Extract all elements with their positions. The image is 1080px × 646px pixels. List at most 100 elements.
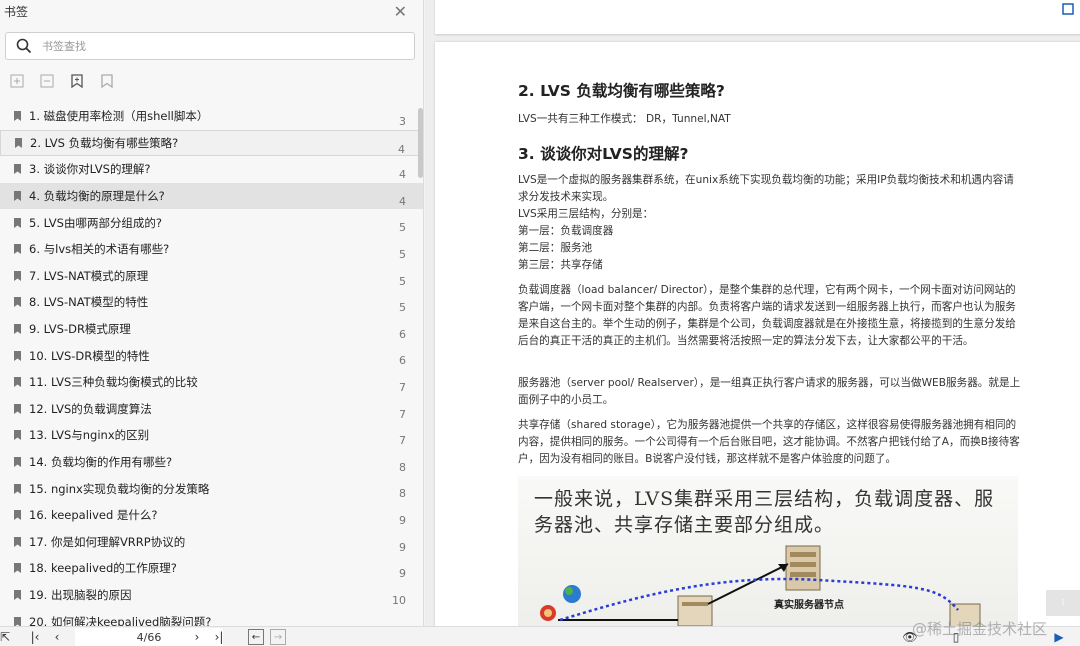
bookmark-label: 19. 出现脑裂的原因 [29, 587, 132, 602]
bookmark-item[interactable]: 13. LVS与nginx的区别 7 [0, 422, 423, 449]
bookmark-icon [15, 137, 22, 148]
bookmark-icon [14, 403, 21, 414]
intro-line: 第二层：服务池 [518, 241, 593, 254]
lvs-modes-text: LVS一共有三种工作模式： DR，Tunnel,NAT [518, 113, 731, 125]
server-pool-paragraph: 服务器池（server pool/ Realserver），是一组真正执行客户请… [518, 377, 1021, 406]
bookmark-page-number: 10 [392, 593, 406, 607]
last-page-icon[interactable]: ›| [210, 629, 228, 645]
bookmark-page-number: 7 [399, 407, 406, 421]
bookmark-item[interactable]: 7. LVS-NAT模式的原理 5 [0, 263, 423, 290]
next-page-icon[interactable]: › [190, 629, 204, 645]
add-bookmark-icon[interactable] [68, 72, 86, 90]
bookmark-page-number: 4 [399, 194, 406, 208]
bookmark-label: 15. nginx实现负载均衡的分发策略 [29, 481, 210, 496]
request-flow-arrow [559, 577, 959, 622]
real-server-node-label: 真实服务器节点 [774, 600, 844, 611]
bookmark-item[interactable]: 1. 磁盘使用率检测（用shell脚本） 3 [0, 103, 423, 130]
share-icon[interactable]: ⇱ [0, 629, 10, 645]
collapse-all-icon[interactable] [38, 72, 56, 90]
bookmark-item[interactable]: 8. LVS-NAT模型的特性 5 [0, 289, 423, 316]
bookmark-page-number: 6 [399, 354, 406, 368]
bookmark-icon [14, 616, 21, 626]
bookmark-label: 1. 磁盘使用率检测（用shell脚本） [29, 109, 209, 124]
bookmark-icon [14, 164, 21, 175]
bookmark-item[interactable]: 9. LVS-DR模式原理 6 [0, 316, 423, 343]
bookmark-page-number: 5 [399, 274, 406, 288]
lvs-architecture-image: 一般来说，LVS集群采用三层结构，负载调度器、服务器池、共享存储主要部分组成。 … [518, 476, 1018, 626]
bookmark-item[interactable]: 10. LVS-DR模型的特性 6 [0, 342, 423, 369]
watermark-text: @稀土掘金技术社区 [912, 620, 1048, 638]
illustration-caption: 一般来说，LVS集群采用三层结构，负载调度器、服务器池、共享存储主要部分组成。 [534, 488, 995, 536]
bookmark-page-number: 7 [399, 380, 406, 394]
bookmark-icon [14, 324, 21, 335]
bookmark-label: 11. LVS三种负载均衡模式的比较 [29, 375, 198, 390]
back-view-icon[interactable]: ← [248, 629, 264, 645]
bookmark-page-number: 5 [399, 221, 406, 235]
bookmark-item[interactable]: 12. LVS的负载调度算法 7 [0, 396, 423, 423]
bookmark-item[interactable]: 14. 负载均衡的作用有哪些? 8 [0, 449, 423, 476]
bookmark-icon[interactable] [98, 72, 116, 90]
section-heading-2: 2. LVS 负载均衡有哪些策略? [518, 82, 725, 100]
bookmark-icon [14, 536, 21, 547]
bookmark-page-number: 5 [399, 247, 406, 261]
pdf-reader-window: 书签 ✕ 1. 磁盘使用率检测（用shell脚本）32. LVS [0, 0, 1080, 646]
bookmark-icon [14, 350, 21, 361]
bookmark-icon [14, 111, 21, 122]
bookmark-icon [14, 217, 21, 228]
bookmark-list: 1. 磁盘使用率检测（用shell脚本） 3 2. LVS 负载均衡有哪些策略? 4 3… [0, 103, 423, 626]
bookmark-item[interactable]: 17. 你是如何理解VRRP协议的 9 [0, 529, 423, 556]
bookmark-item[interactable]: 5. LVS由哪两部分组成的? 5 [0, 209, 423, 236]
bookmark-icon [14, 510, 21, 521]
bookmark-page-number: 8 [399, 460, 406, 474]
bookmark-label: 16. keepalived 是什么? [29, 508, 158, 523]
bookmark-panel: 书签 ✕ 1. 磁盘使用率检测（用shell脚本）32. LVS [0, 0, 424, 626]
bookmark-label: 20. 如何解决keepalived脑裂问题? [29, 614, 212, 626]
bookmark-label: 14. 负载均衡的作用有哪些? [29, 455, 173, 470]
bookmark-item[interactable]: 6. 与lvs相关的术语有哪些? 5 [0, 236, 423, 263]
bookmark-page-number: 3 [399, 115, 406, 128]
bookmark-item[interactable]: 16. keepalived 是什么? 9 [0, 502, 423, 529]
bookmark-search-input[interactable] [42, 39, 402, 53]
server-tower-icon [785, 545, 821, 591]
bookmark-page-number: 9 [399, 513, 406, 527]
close-icon[interactable]: ✕ [394, 2, 407, 21]
first-page-icon[interactable]: |‹ [26, 629, 44, 645]
bookmark-item[interactable]: 15. nginx实现负载均衡的分发策略 8 [0, 475, 423, 502]
previous-page-icon[interactable]: ‹ [50, 629, 64, 645]
bookmark-item[interactable]: 18. keepalived的工作原理? 9 [0, 555, 423, 582]
page-corner-icon[interactable] [1061, 2, 1077, 16]
bookmark-icon [14, 377, 21, 388]
play-icon[interactable]: ▶ [1048, 629, 1070, 645]
bookmark-item[interactable]: 3. 谈谈你对LVS的理解? 4 [0, 156, 423, 183]
bookmark-item[interactable]: 20. 如何解决keepalived脑裂问题? [0, 608, 423, 626]
bookmark-icon [14, 563, 21, 574]
expand-all-icon[interactable] [8, 72, 26, 90]
forward-view-icon[interactable]: → [270, 629, 286, 645]
bookmark-label: 7. LVS-NAT模式的原理 [29, 268, 149, 283]
bookmark-icon [14, 191, 21, 202]
side-collapse-tab[interactable]: ⁞ [1046, 590, 1080, 616]
shared-storage-paragraph: 共享存储（shared storage），它为服务器池提供一个共享的存储区，这样… [518, 419, 1020, 465]
section-heading-3: 3. 谈谈你对LVS的理解? [518, 145, 689, 163]
load-balancer-paragraph: 负载调度器（load balancer/ Director），是整个集群的总代理… [518, 284, 1016, 347]
bookmark-icon [14, 430, 21, 441]
bookmark-page-number: 7 [399, 434, 406, 448]
bookmark-icon [14, 270, 21, 281]
bookmark-item[interactable]: 2. LVS 负载均衡有哪些策略? 4 [0, 129, 423, 157]
previous-page [435, 0, 1080, 34]
bookmark-label: 6. 与lvs相关的术语有哪些? [29, 242, 170, 257]
bookmark-search-box[interactable] [5, 32, 415, 60]
bookmark-item[interactable]: 4. 负载均衡的原理是什么? 4 [0, 182, 423, 210]
document-viewport[interactable]: 2. LVS 负载均衡有哪些策略? LVS一共有三种工作模式： DR，Tunne… [425, 0, 1080, 626]
search-icon [16, 38, 32, 54]
bookmark-panel-title: 书签 [4, 4, 29, 19]
bookmark-item[interactable]: 11. LVS三种负载均衡模式的比较 7 [0, 369, 423, 396]
server-small-icon [677, 595, 713, 626]
bookmark-item[interactable]: 19. 出现脑裂的原因 10 [0, 582, 423, 609]
bookmark-scrollbar[interactable] [418, 108, 423, 178]
lvs-intro-block: LVS是一个虚拟的服务器集群系统，在unix系统下实现负载均衡的功能；采用IP负… [518, 172, 1023, 273]
bookmark-label: 5. LVS由哪两部分组成的? [29, 215, 163, 230]
bookmark-label: 9. LVS-DR模式原理 [29, 322, 131, 337]
intro-line: LVS采用三层结构，分别是： [518, 207, 654, 220]
bookmark-icon [14, 483, 21, 494]
